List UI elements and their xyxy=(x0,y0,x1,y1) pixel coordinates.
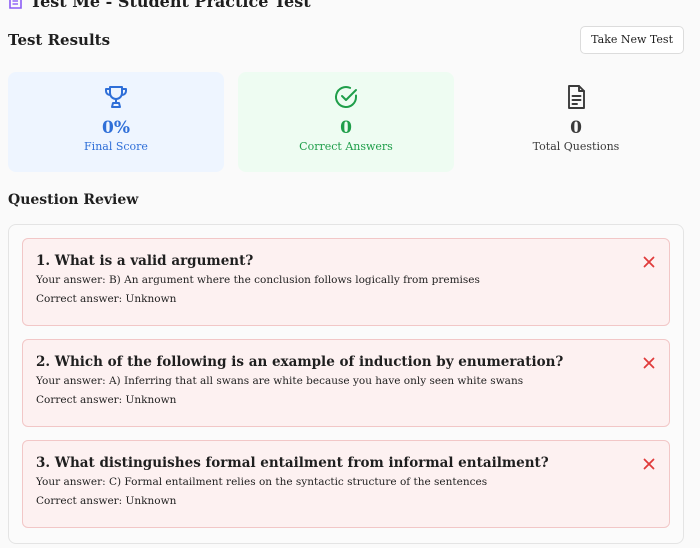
total-questions-card: 0 Total Questions xyxy=(468,72,684,172)
final-score-label: Final Score xyxy=(84,140,148,153)
take-new-test-button[interactable]: Take New Test xyxy=(580,26,684,54)
question-card: 2. Which of the following is an example … xyxy=(22,339,670,427)
question-title: 3. What distinguishes formal entailment … xyxy=(36,455,549,471)
results-bar: Test Results Take New Test xyxy=(8,26,684,54)
total-questions-value: 0 xyxy=(570,118,582,138)
incorrect-x-icon xyxy=(643,256,655,268)
document-icon xyxy=(568,85,585,109)
results-title: Test Results xyxy=(8,31,111,49)
question-review-title: Question Review xyxy=(8,192,139,208)
question-card: 1. What is a valid argument? Your answer… xyxy=(22,238,670,326)
incorrect-x-icon xyxy=(643,458,655,470)
app-title: Test Me - Student Practice Test xyxy=(30,0,311,11)
stats-row: 0% Final Score 0 Correct Answers 0 Total… xyxy=(8,72,684,172)
correct-answer: Correct answer: Unknown xyxy=(36,293,177,305)
question-card: 3. What distinguishes formal entailment … xyxy=(22,440,670,528)
final-score-value: 0% xyxy=(102,118,130,138)
document-icon xyxy=(9,0,22,9)
app-header: Test Me - Student Practice Test xyxy=(8,0,311,11)
correct-answers-label: Correct Answers xyxy=(299,140,393,153)
question-title: 1. What is a valid argument? xyxy=(36,253,254,269)
correct-answers-card: 0 Correct Answers xyxy=(238,72,454,172)
final-score-card: 0% Final Score xyxy=(8,72,224,172)
your-answer: Your answer: A) Inferring that all swans… xyxy=(36,375,524,387)
check-circle-icon xyxy=(335,86,357,109)
incorrect-x-icon xyxy=(643,357,655,369)
your-answer: Your answer: B) An argument where the co… xyxy=(36,274,480,286)
correct-answers-value: 0 xyxy=(340,118,352,138)
question-review-panel: 1. What is a valid argument? Your answer… xyxy=(8,224,684,544)
correct-answer: Correct answer: Unknown xyxy=(36,394,177,406)
total-questions-label: Total Questions xyxy=(532,140,620,153)
your-answer: Your answer: C) Formal entailment relies… xyxy=(36,476,488,488)
correct-answer: Correct answer: Unknown xyxy=(36,495,177,507)
question-title: 2. Which of the following is an example … xyxy=(36,354,564,370)
trophy-icon xyxy=(105,86,127,108)
